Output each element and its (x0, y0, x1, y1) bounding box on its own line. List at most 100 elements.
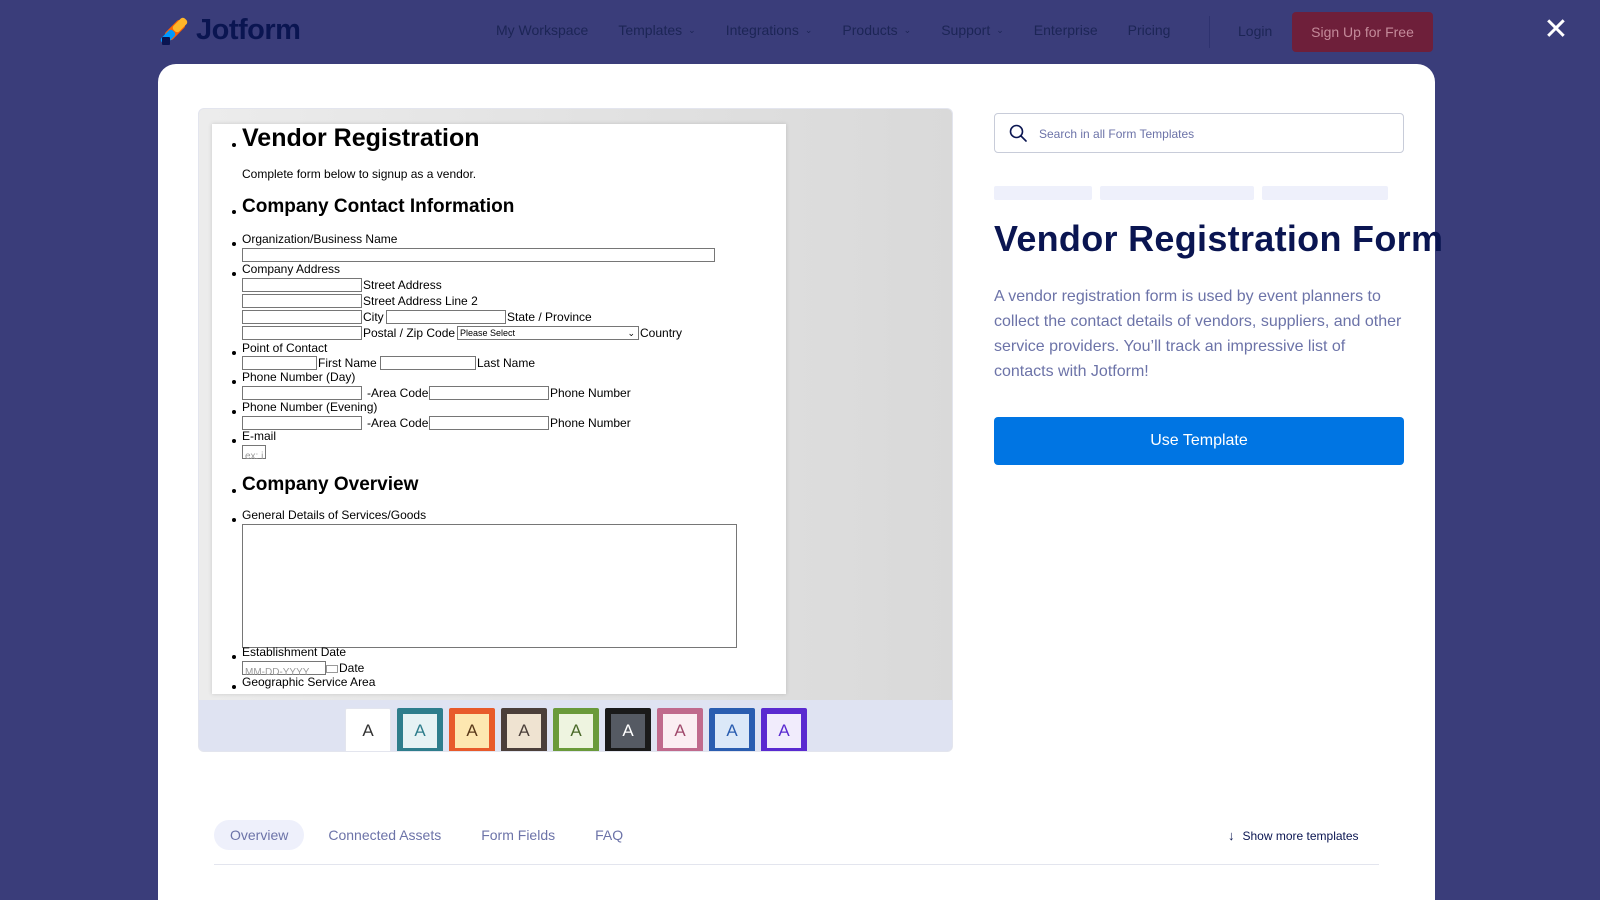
preview-street2-label: Street Address Line 2 (363, 294, 478, 308)
tab-overview[interactable]: Overview (214, 820, 305, 850)
nav-item-enterprise[interactable]: Enterprise (1034, 22, 1098, 38)
preview-first-label: First Name (318, 356, 377, 370)
template-description: A vendor registration form is used by ev… (994, 288, 1402, 380)
bullet (232, 410, 236, 414)
nav-item-templates[interactable]: Templates ⌄ (618, 22, 695, 38)
preview-geo-label: Geographic Service Area (242, 675, 376, 689)
preview-section-overview: Company Overview (242, 474, 419, 495)
theme-option[interactable]: A (449, 708, 495, 751)
preview-country-label: Country (640, 326, 683, 340)
nav-item-pricing[interactable]: Pricing (1128, 22, 1171, 38)
theme-option[interactable]: A (709, 708, 755, 751)
bullet (232, 655, 236, 659)
theme-letter: A (507, 714, 541, 748)
nav-item-my-workspace[interactable]: My Workspace (496, 22, 588, 38)
preview-street2-field (242, 294, 362, 308)
theme-letter: A (715, 714, 749, 748)
preview-phone-day-sub: Phone Number (550, 386, 631, 400)
close-icon[interactable]: ✕ (1542, 15, 1570, 45)
chevron-down-icon: ⌄ (804, 24, 813, 35)
logo-text: Jotform (196, 14, 301, 46)
preview-street-field (242, 278, 362, 292)
bullet (232, 143, 236, 147)
chevron-down-icon: ⌄ (996, 24, 1004, 35)
preview-details-label: General Details of Services/Goods (242, 508, 427, 522)
nav-item-products[interactable]: Products ⌄ (842, 22, 911, 38)
bullet (232, 351, 236, 355)
use-template-button[interactable]: Use Template (994, 417, 1404, 465)
bullet (232, 210, 236, 214)
preview-date-field: MM-DD-YYYY (242, 661, 326, 678)
preview-city-label: City (363, 310, 384, 324)
theme-option[interactable]: A (657, 708, 703, 751)
bullet (232, 489, 236, 493)
show-more-label: Show more templates (1242, 828, 1359, 843)
preview-country-select: Please Select ⌄ (457, 326, 639, 340)
tab-connected-assets[interactable]: Connected Assets (312, 820, 457, 850)
breadcrumb-placeholder (1100, 186, 1254, 200)
search-icon (1009, 124, 1027, 142)
calendar-icon (326, 665, 338, 673)
theme-option[interactable]: A (553, 708, 599, 751)
preview-address-label: Company Address (242, 262, 341, 276)
tabs-divider (214, 864, 1379, 865)
show-more-templates-link[interactable]: ↓ Show more templates (1228, 828, 1359, 843)
theme-option[interactable]: A (501, 708, 547, 751)
theme-option[interactable]: A (605, 708, 651, 751)
theme-option[interactable]: A (761, 708, 807, 751)
bullet (232, 685, 236, 689)
search-input[interactable] (1039, 124, 1379, 144)
preview-phone-eve-sub: Phone Number (550, 416, 631, 430)
tab-form-fields[interactable]: Form Fields (465, 820, 571, 850)
nav-menu: My Workspace Templates ⌄ Integrations ⌄ Produ… (496, 22, 1200, 38)
bullet (232, 439, 236, 443)
search-box[interactable] (994, 113, 1404, 153)
preview-phone-day-label: Phone Number (Day) (242, 370, 356, 384)
nav-item-integrations[interactable]: Integrations ⌄ (726, 22, 813, 38)
theme-option[interactable]: A (397, 708, 443, 751)
top-nav: Jotform My Workspace Templates ⌄ Integratio… (0, 0, 1600, 64)
preview-street-label: Street Address (363, 278, 442, 292)
preview-form-title: Vendor Registration (242, 124, 480, 152)
preview-contact-label: Point of Contact (242, 341, 328, 355)
jotform-logo-icon (159, 16, 189, 45)
jotform-logo[interactable]: Jotform (159, 14, 301, 47)
preview-org-field (242, 248, 715, 262)
preview-org-label: Organization/Business Name (242, 232, 398, 246)
preview-establish-label: Establishment Date (242, 645, 347, 659)
chevron-down-icon: ⌄ (627, 328, 635, 338)
theme-letter: A (767, 714, 801, 748)
breadcrumb-placeholder (1262, 186, 1388, 200)
theme-letter: A (559, 714, 593, 748)
theme-option[interactable]: A (345, 708, 391, 751)
login-link[interactable]: Login (1238, 23, 1272, 39)
preview-phone-eve-field (429, 416, 549, 430)
nav-item-support[interactable]: Support ⌄ (941, 22, 1004, 38)
theme-picker: AAAAAAAAA (199, 700, 952, 751)
breadcrumb-placeholder (994, 186, 1092, 200)
preview-details-textarea (242, 524, 737, 648)
theme-letter: A (403, 714, 437, 748)
theme-letter: A (663, 714, 697, 748)
detail-tabs: Overview Connected Assets Form Fields FAQ (214, 820, 647, 850)
preview-city-field (242, 310, 362, 324)
template-title: Vendor Registration Form (994, 218, 1444, 259)
preview-postal-field (242, 326, 362, 340)
chevron-down-icon: ⌄ (688, 24, 696, 35)
preview-state-field (386, 310, 506, 324)
bullet (232, 380, 236, 384)
tab-faq[interactable]: FAQ (579, 820, 639, 850)
preview-area-eve-label: -Area Code (367, 416, 429, 430)
preview-postal-label: Postal / Zip Code (363, 326, 456, 340)
preview-area-eve-field (242, 416, 362, 430)
nav-item-label: My Workspace (496, 22, 589, 38)
chevron-down-icon: ⌄ (903, 24, 912, 35)
preview-form-subtitle: Complete form below to signup as a vendo… (242, 167, 477, 181)
form-preview-paper: Vendor Registration Complete form below … (212, 124, 786, 694)
nav-item-label: Templates (618, 22, 683, 38)
bullet (232, 242, 236, 246)
preview-last-label: Last Name (477, 356, 536, 370)
signup-button[interactable]: Sign Up for Free (1292, 12, 1433, 52)
theme-letter: A (455, 714, 489, 748)
nav-item-label: Enterprise (1033, 22, 1098, 38)
